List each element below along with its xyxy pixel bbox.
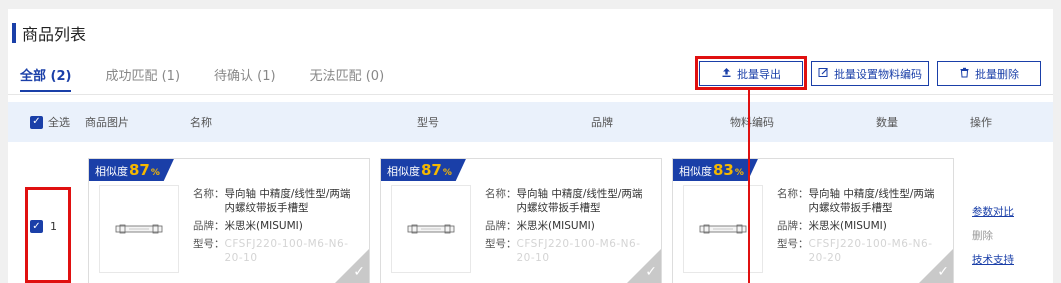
similarity-badge: 相似度 87 % (89, 159, 174, 181)
col-actions: 操作 (970, 116, 992, 129)
product-brand: 米思米(MISUMI) (516, 220, 595, 232)
batch-set-code-label: 批量设置物料编码 (834, 67, 922, 81)
product-brand: 米思米(MISUMI) (808, 220, 887, 232)
name-label: 名称： (777, 188, 809, 200)
similarity-value: 83 (713, 161, 734, 179)
trash-icon (959, 67, 970, 81)
similarity-badge: 相似度 83 % (673, 159, 758, 181)
brand-label: 品牌： (777, 220, 809, 232)
product-list-panel: 商品列表 全部 (2) 成功匹配 (1) 待确认 (1) 无法匹配 (0) 批量… (8, 9, 1053, 283)
product-info: 名称： 导向轴 中精度/线性型/两端内螺纹带扳手槽型 品牌： 米思米(MISUMI)… (485, 187, 645, 269)
batch-delete-label: 批量删除 (975, 67, 1019, 81)
product-model: CFSFJ220-100-M6-N6-20-10 (224, 238, 349, 264)
select-all-label: 全选 (48, 116, 70, 129)
product-brand: 米思米(MISUMI) (224, 220, 303, 232)
similarity-label: 相似度 (679, 165, 712, 178)
shaft-icon (115, 224, 163, 234)
page-title-text: 商品列表 (22, 25, 87, 44)
tech-support-link[interactable]: 技术支持 (972, 248, 1014, 272)
check-icon: ✓ (937, 264, 949, 280)
model-label: 型号： (485, 238, 517, 250)
name-label: 名称： (193, 188, 225, 200)
product-model: CFSFJ220-100-M6-N6-20-10 (516, 238, 641, 264)
match-card[interactable]: 相似度 87 % 名称： 导向轴 中精度/线性型/两端内螺纹带扳手槽型 品牌： 米思… (380, 158, 662, 283)
col-name: 名称 (190, 116, 212, 129)
similarity-value: 87 (129, 161, 150, 179)
similarity-percent: % (442, 168, 452, 178)
row-checkbox-highlight-box (25, 187, 71, 283)
select-all[interactable]: ✓ 全选 (30, 102, 70, 142)
product-info: 名称： 导向轴 中精度/线性型/两端内螺纹带扳手槽型 品牌： 米思米(MISUMI)… (777, 187, 937, 269)
similarity-label: 相似度 (387, 165, 420, 178)
col-model: 型号 (417, 116, 439, 129)
similarity-percent: % (734, 168, 744, 178)
product-info: 名称： 导向轴 中精度/线性型/两端内螺纹带扳手槽型 品牌： 米思米(MISUMI)… (193, 187, 353, 269)
brand-label: 品牌： (193, 220, 225, 232)
model-label: 型号： (193, 238, 225, 250)
compare-params-link[interactable]: 参数对比 (972, 200, 1014, 224)
export-highlight-line (748, 90, 750, 283)
match-card[interactable]: 相似度 87 % 名称： 导向轴 中精度/线性型/两端内螺纹带扳手槽型 品牌： 米思… (88, 158, 370, 283)
col-material-code: 物料编码 (730, 116, 774, 129)
select-all-checkbox[interactable]: ✓ (30, 115, 43, 129)
shaft-icon (407, 224, 455, 234)
similarity-percent: % (150, 168, 160, 178)
match-card[interactable]: 相似度 83 % 名称： 导向轴 中精度/线性型/两端内螺纹带扳手槽型 品牌： 米思… (672, 158, 954, 283)
filter-tabs: 全部 (2) 成功匹配 (1) 待确认 (1) 无法匹配 (0) (20, 65, 418, 92)
tabs-divider (8, 94, 1053, 95)
col-image: 商品图片 (85, 116, 129, 129)
tab-matched[interactable]: 成功匹配 (1) (105, 65, 180, 90)
similarity-label: 相似度 (95, 165, 128, 178)
row-actions: 参数对比 删除 技术支持 (972, 200, 1014, 272)
model-label: 型号： (777, 238, 809, 250)
batch-delete-button[interactable]: 批量删除 (937, 61, 1041, 86)
check-icon: ✓ (353, 264, 365, 280)
similarity-badge: 相似度 87 % (381, 159, 466, 181)
check-icon: ✓ (645, 264, 657, 280)
table-row: ✓ 1 相似度 87 % 名称： 导向轴 中精度/线性型/两端内螺纹带扳手槽型 品… (8, 150, 1053, 283)
shaft-icon (699, 224, 747, 234)
batch-set-code-button[interactable]: 批量设置物料编码 (811, 61, 929, 86)
edit-icon (818, 67, 829, 81)
page-title: 商品列表 (12, 23, 87, 44)
export-highlight-box (695, 56, 807, 90)
table-header: ✓ 全选 商品图片 名称 型号 品牌 物料编码 数量 操作 (8, 102, 1053, 142)
product-image (391, 185, 471, 273)
tab-unmatched[interactable]: 无法匹配 (0) (310, 65, 385, 90)
product-image (99, 185, 179, 273)
similarity-value: 87 (421, 161, 442, 179)
tab-pending[interactable]: 待确认 (1) (214, 65, 276, 90)
product-model: CFSFJ220-100-M6-N6-20-20 (808, 238, 933, 264)
product-image (683, 185, 763, 273)
title-accent-bar (12, 23, 16, 43)
col-brand: 品牌 (591, 116, 613, 129)
name-label: 名称： (485, 188, 517, 200)
product-name: 导向轴 中精度/线性型/两端内螺纹带扳手槽型 (224, 188, 351, 214)
product-name: 导向轴 中精度/线性型/两端内螺纹带扳手槽型 (808, 188, 935, 214)
brand-label: 品牌： (485, 220, 517, 232)
product-name: 导向轴 中精度/线性型/两端内螺纹带扳手槽型 (516, 188, 643, 214)
col-quantity: 数量 (876, 116, 898, 129)
tab-all[interactable]: 全部 (2) (20, 65, 72, 92)
delete-action[interactable]: 删除 (972, 224, 1014, 248)
